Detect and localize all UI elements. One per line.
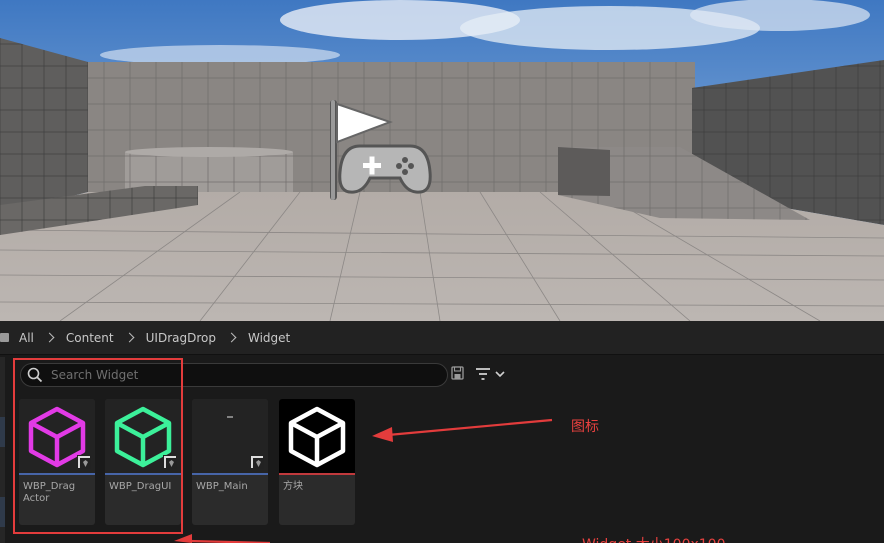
content-browser: All Content UIDragDrop Widget Search Wid… xyxy=(0,321,884,543)
arrow-line xyxy=(387,418,553,437)
annotation-size-note: Widget 大小100x100 xyxy=(582,534,725,543)
annotation-arrows xyxy=(174,418,553,543)
arrow-head-icon xyxy=(372,427,393,442)
annotation-icon-label: 图标 xyxy=(571,419,599,435)
level-viewport[interactable] xyxy=(0,0,884,321)
arrow-head-icon xyxy=(174,534,192,543)
viewport-scene xyxy=(0,0,884,321)
